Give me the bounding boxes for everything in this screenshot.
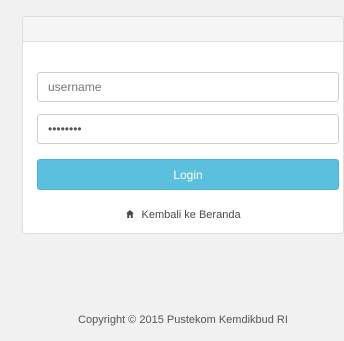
home-link-label: Kembali ke Beranda (141, 209, 241, 221)
panel-heading (23, 17, 343, 42)
username-input[interactable] (37, 72, 339, 102)
login-panel: Login Kembali ke Beranda (22, 16, 344, 234)
login-button[interactable]: Login (37, 159, 339, 190)
password-input[interactable] (37, 114, 339, 144)
copyright-text: Copyright © 2015 Pustekom Kemdikbud RI (78, 314, 288, 326)
home-icon (125, 209, 135, 223)
home-link[interactable]: Kembali ke Beranda (23, 208, 343, 223)
